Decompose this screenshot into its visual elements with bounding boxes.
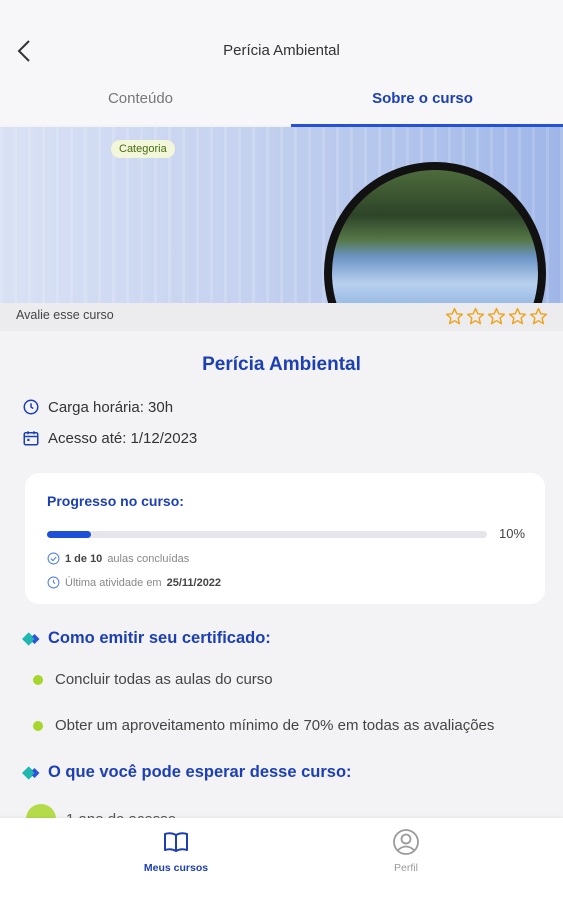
certificate-item-text: Obter um aproveitamento mínimo de 70% em… xyxy=(55,717,495,734)
star-icon[interactable] xyxy=(508,307,527,326)
nav-label: Meus cursos xyxy=(143,862,209,874)
lessons-count: 1 de 10 xyxy=(65,552,103,565)
star-icon[interactable] xyxy=(466,307,485,326)
expect-title-text: O que você pode esperar desse curso: xyxy=(48,763,352,781)
profile-icon xyxy=(393,829,419,855)
progress-bar xyxy=(47,531,487,538)
category-badge: Categoria xyxy=(111,140,175,158)
calendar-icon xyxy=(23,431,39,446)
certificate-title-text: Como emitir seu certificado: xyxy=(48,629,271,647)
progress-percent: 10% xyxy=(499,526,526,541)
progress-title: Progresso no curso: xyxy=(47,493,184,509)
lessons-completed: 1 de 10 aulas concluídas xyxy=(47,552,189,565)
banner-image-clip xyxy=(0,127,563,303)
star-icon[interactable] xyxy=(487,307,506,326)
rating-label: Avalie esse curso xyxy=(16,308,114,322)
expect-section-title: O que você pode esperar desse curso: xyxy=(22,763,352,782)
lens-image xyxy=(324,162,546,303)
clock-icon xyxy=(23,399,39,415)
progress-card: Progresso no curso: 10% 1 de 10 aulas co… xyxy=(25,473,545,604)
rating-stars[interactable] xyxy=(445,307,548,326)
book-icon xyxy=(164,832,188,852)
bullet-dot xyxy=(33,720,43,731)
page-title: Perícia Ambiental xyxy=(223,42,340,59)
last-activity-text: Última atividade em xyxy=(65,576,162,589)
nav-label: Perfil xyxy=(394,862,418,874)
diamond-arrow-icon xyxy=(22,631,40,646)
certificate-item: Concluir todas as aulas do curso xyxy=(33,671,273,688)
certificate-section-title: Como emitir seu certificado: xyxy=(22,629,271,648)
check-circle-icon xyxy=(47,552,60,565)
course-name: Perícia Ambiental xyxy=(202,354,361,375)
top-header: Perícia Ambiental Conteúdo Sobre o curso xyxy=(0,0,563,127)
access-row: Acesso até: 1/12/2023 xyxy=(22,429,197,447)
clock-icon xyxy=(47,576,60,589)
lens-landscape xyxy=(332,170,538,303)
certificate-item: Obter um aproveitamento mínimo de 70% em… xyxy=(33,717,494,734)
star-icon[interactable] xyxy=(529,307,548,326)
tab-sobre-o-curso[interactable]: Sobre o curso xyxy=(282,90,563,107)
bottom-nav: Meus cursos Perfil xyxy=(0,818,563,900)
bullet-dot xyxy=(33,674,43,685)
access-text: Acesso até: 1/12/2023 xyxy=(48,429,198,447)
last-activity: Última atividade em 25/11/2022 xyxy=(47,576,221,589)
tab-conteudo[interactable]: Conteúdo xyxy=(0,90,281,107)
certificate-item-text: Concluir todas as aulas do curso xyxy=(55,671,273,688)
workload-row: Carga horária: 30h xyxy=(22,398,173,416)
workload-text: Carga horária: 30h xyxy=(48,398,174,416)
diamond-arrow-icon xyxy=(22,765,40,780)
progress-bar-fill xyxy=(47,531,91,538)
lessons-text: aulas concluídas xyxy=(107,552,190,565)
nav-perfil[interactable]: Perfil xyxy=(336,828,476,874)
last-activity-date: 25/11/2022 xyxy=(166,576,222,589)
nav-meus-cursos[interactable]: Meus cursos xyxy=(106,828,246,874)
star-icon[interactable] xyxy=(445,307,464,326)
